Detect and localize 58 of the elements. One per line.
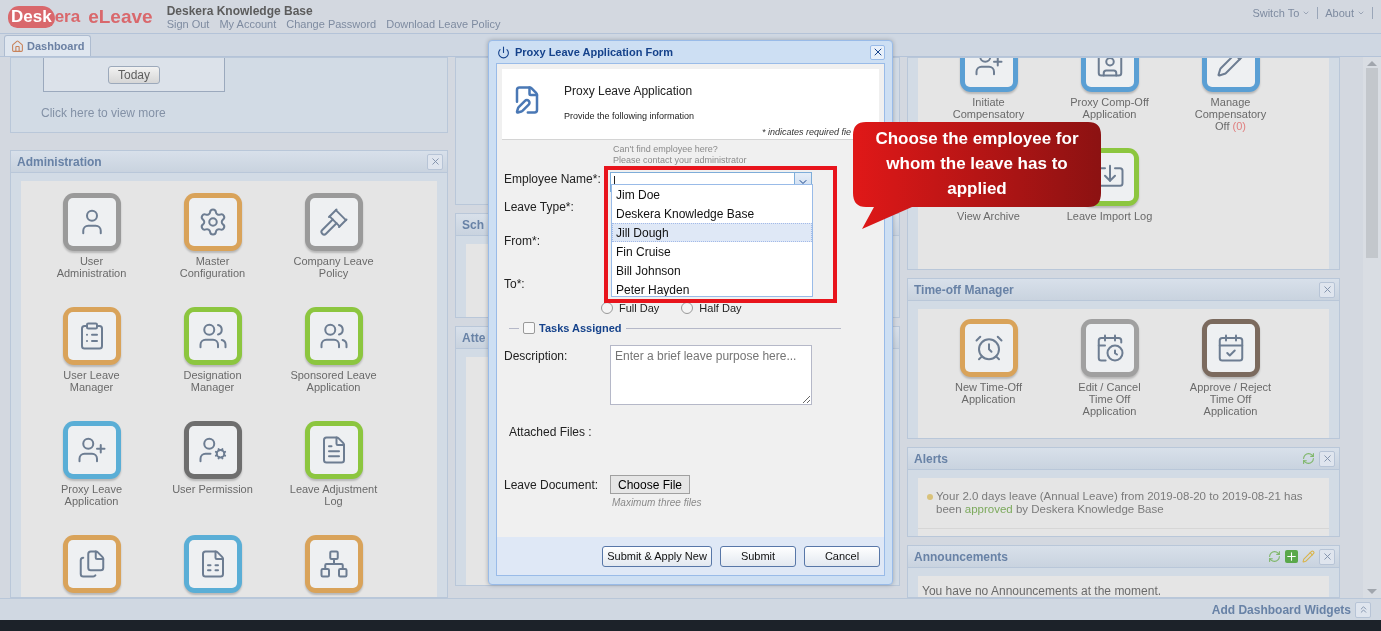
launcher-button[interactable]: Manage Compensatory Off (0) <box>1186 58 1275 132</box>
employee-option[interactable]: Jill Dough <box>612 223 812 242</box>
panel-title: Alerts <box>914 451 948 466</box>
field-label: Attached Files : <box>508 425 593 439</box>
dialog-button[interactable]: Submit & Apply New <box>602 545 712 567</box>
form-subheading: Provide the following information <box>564 111 696 121</box>
panel-title: Administration <box>17 154 102 169</box>
field-label: To*: <box>504 277 526 291</box>
panel-title: Atte <box>462 330 486 345</box>
launcher-button[interactable]: Edit / Cancel Time Off Application <box>1065 319 1154 417</box>
announcement-message: You have no Announcements at the moment. <box>922 584 1163 597</box>
launcher-button[interactable]: Proxy Leave Application <box>47 421 136 507</box>
launcher-button[interactable]: Proxy Comp-Off Application <box>1065 58 1154 120</box>
field-label: Employee Name*: <box>504 172 602 186</box>
launcher-button[interactable]: User Administration <box>47 193 136 279</box>
launcher-button[interactable]: Approve / Reject Time Off Application <box>1186 319 1275 417</box>
form-heading: Proxy Leave Application <box>564 84 694 98</box>
today-button[interactable]: Today <box>108 65 160 84</box>
panel-title: Time-off Manager <box>914 282 1014 297</box>
launcher-button[interactable]: User Leave Manager <box>47 307 136 393</box>
field-label: Leave Document: <box>504 478 600 492</box>
field-label: From*: <box>504 234 541 248</box>
header-link[interactable]: Sign Out <box>166 17 210 30</box>
description-field[interactable]: Enter a brief leave purpose here... <box>610 345 812 405</box>
tab[interactable]: Dashboard <box>4 35 92 56</box>
employee-hint: Can't find employee here? Please contact your administrator <box>613 144 748 166</box>
view-more-link[interactable]: Click here to view more <box>41 106 431 120</box>
field-label: Leave Type*: <box>504 200 575 214</box>
menu-button[interactable]: About <box>1318 6 1373 19</box>
launcher-button[interactable]: Designation Manager <box>168 307 257 393</box>
alert-message: Your 2.0 days leave (Annual Leave) from 2019-08-20 to 2019-08-21 has been approved by Deskera Knowledge Base <box>918 490 1329 529</box>
header-link[interactable]: Change Password <box>286 17 377 30</box>
launcher-button[interactable]: Leave Adjustment Log <box>289 421 378 507</box>
launcher-button[interactable]: View Archive <box>944 210 1033 222</box>
panel-title: Sch <box>462 217 484 232</box>
file-note: Maximum three files <box>612 497 703 508</box>
launcher-button[interactable]: New Time-Off Application <box>944 319 1033 405</box>
radio-option[interactable]: Half Day <box>681 302 742 314</box>
dialog-button[interactable]: Cancel <box>804 545 880 567</box>
dialog-button[interactable]: Submit <box>720 545 796 567</box>
launcher-button[interactable]: Master Configuration <box>168 193 257 279</box>
header-link[interactable]: Download Leave Policy <box>386 17 501 30</box>
launcher-button[interactable]: User Permission <box>168 421 257 495</box>
fieldset-title: Tasks Assigned <box>539 322 622 334</box>
dialog-title: Proxy Leave Application Form <box>515 46 673 58</box>
company-name: Deskera Knowledge Base <box>166 3 314 18</box>
panel-title: Announcements <box>914 549 1008 564</box>
add-widgets-link[interactable]: Add Dashboard Widgets <box>1211 602 1351 617</box>
header-link[interactable]: My Account <box>219 17 277 30</box>
launcher-button[interactable]: Initiate Compensatory <box>944 58 1033 120</box>
choose-file-button[interactable]: Choose File <box>610 475 691 494</box>
required-note: * indicates required fie <box>761 127 851 137</box>
launcher-button[interactable]: Sponsored Leave Application <box>289 307 378 393</box>
menu-button[interactable]: Switch To <box>1245 6 1319 19</box>
radio-option[interactable]: Full Day <box>601 302 660 314</box>
field-label: Description: <box>504 349 569 363</box>
launcher-button[interactable]: Company Leave Policy <box>289 193 378 279</box>
logo: Desk era eLeave <box>8 5 153 28</box>
